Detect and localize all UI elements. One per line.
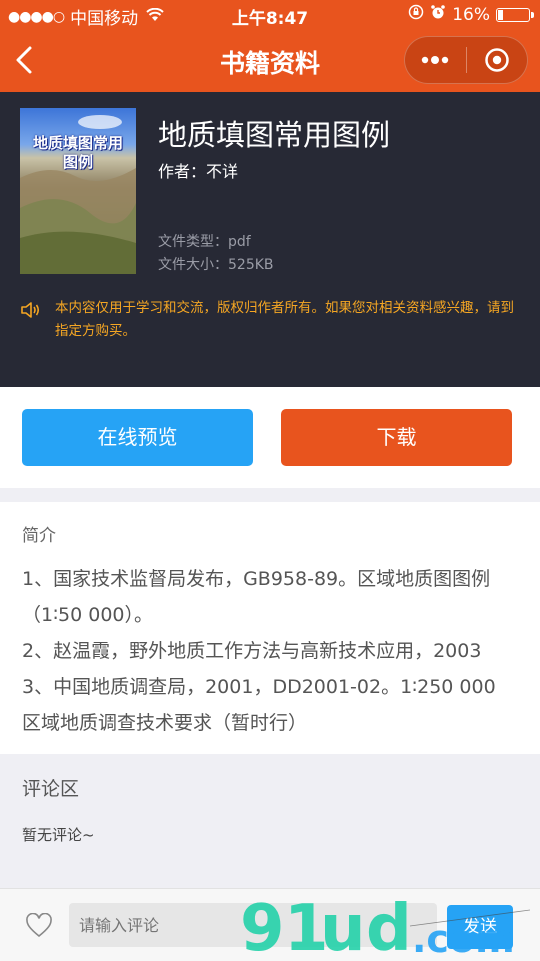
no-comments-text: 暂无评论~: [22, 826, 95, 844]
intro-line: 2、赵温霞，野外地质工作方法与高新技术应用，2003: [22, 640, 482, 662]
section-divider: [0, 488, 540, 502]
intro-line: （1∶50 000）。: [22, 604, 154, 626]
book-title: 地质填图常用图例: [158, 118, 391, 152]
comment-section: 评论区 暂无评论~: [0, 754, 540, 888]
cover-title: 地质填图常用图例: [32, 134, 123, 171]
book-author: 作者：不详: [158, 162, 239, 181]
battery-icon: [496, 7, 534, 22]
close-circle-icon[interactable]: [467, 37, 528, 83]
comment-section-title: 评论区: [22, 778, 80, 800]
mini-program-capsule: [404, 36, 528, 84]
comment-input[interactable]: [69, 903, 437, 947]
intro-label: 简介: [22, 526, 56, 546]
battery-percent: 16%: [452, 4, 490, 25]
online-preview-button[interactable]: 在线预览: [22, 409, 253, 466]
download-button[interactable]: 下载: [281, 409, 512, 466]
heart-icon[interactable]: [25, 912, 53, 939]
status-right: 16%: [402, 4, 534, 25]
send-button[interactable]: 发送: [447, 905, 513, 949]
comment-input-bar: 发送: [0, 888, 540, 961]
navigation-bar: 书籍资料: [0, 30, 540, 92]
rotation-lock-icon: [408, 4, 424, 25]
cover-landscape: [20, 115, 136, 274]
intro-line: 区域地质调查技术要求（暂时行）: [22, 712, 308, 734]
speaker-icon: [20, 299, 42, 321]
notice-text: 本内容仅用于学习和交流，版权归作者所有。如果您对相关资料感兴趣，请到指定方购买。: [55, 300, 514, 339]
book-info-panel: 地质填图常用图例 地质填图常用图例 作者：不详 文件类型：pdf 文件大小：52…: [0, 92, 540, 387]
file-type: 文件类型：pdf: [158, 234, 251, 250]
intro-line: 1、国家技术监督局发布，GB958-89。区域地质图图例: [22, 568, 491, 590]
status-bar: ●●●●○ 中国移动 上午8:47 16%: [0, 0, 540, 30]
intro-line: 3、中国地质调查局，2001，DD2001-02。1∶250 000: [22, 676, 496, 698]
more-dots-icon[interactable]: [405, 37, 466, 83]
file-size: 文件大小：525KB: [158, 257, 274, 273]
book-cover-image: 地质填图常用图例: [20, 108, 136, 274]
alarm-icon: [430, 4, 446, 25]
